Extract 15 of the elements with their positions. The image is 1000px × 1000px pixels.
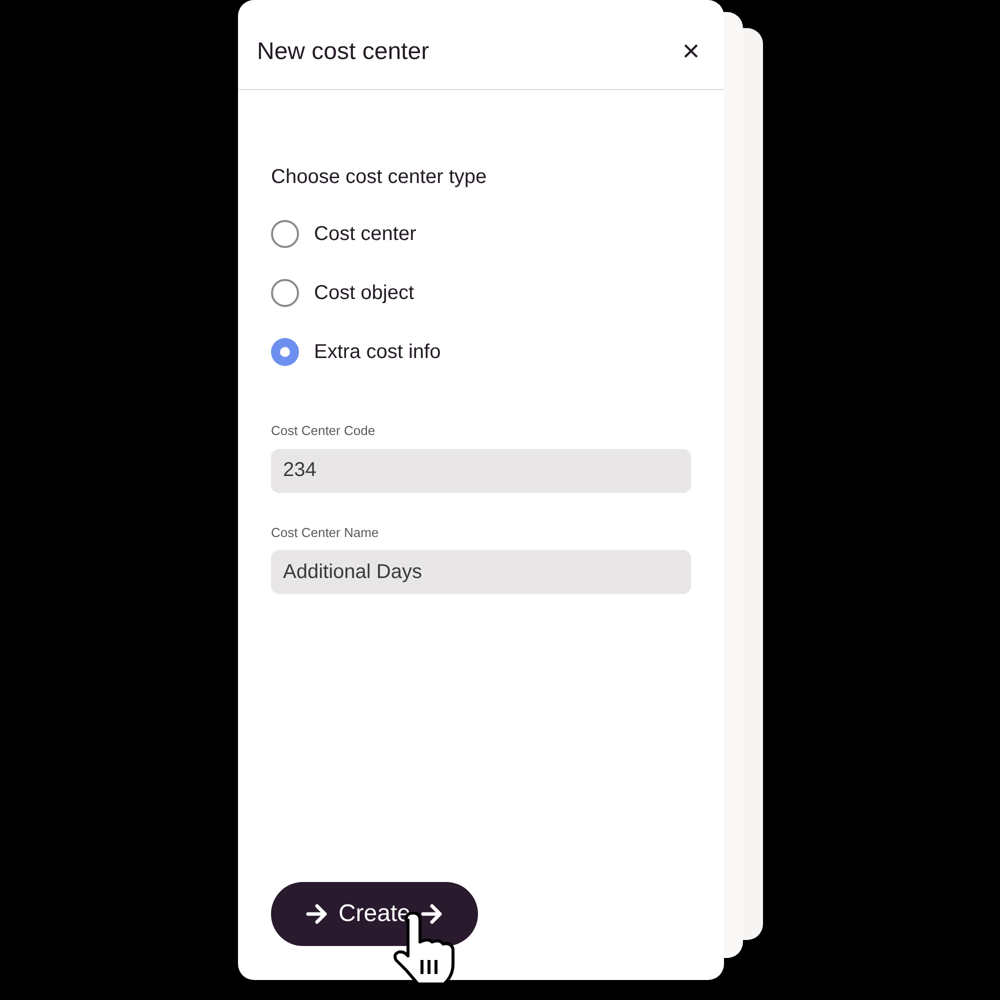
radio-button[interactable] bbox=[271, 338, 299, 366]
field-label: Cost Center Name bbox=[271, 524, 380, 542]
field-label: Cost Center Code bbox=[271, 422, 376, 440]
radio-label: Cost center bbox=[314, 222, 416, 247]
arrow-right-icon bbox=[420, 904, 443, 924]
dialog-title: New cost center bbox=[257, 36, 430, 66]
input-field[interactable]: 234 bbox=[271, 448, 691, 492]
radio-button[interactable] bbox=[271, 220, 299, 248]
section-heading: Choose cost center type bbox=[271, 165, 488, 190]
radio-label: Extra cost info bbox=[314, 340, 441, 365]
arrow-right-icon bbox=[306, 904, 328, 924]
radio-label: Cost object bbox=[314, 281, 414, 306]
close-button[interactable]: × bbox=[676, 36, 706, 66]
radio-button[interactable] bbox=[271, 279, 299, 307]
input-field[interactable]: Additional Days bbox=[271, 550, 691, 594]
